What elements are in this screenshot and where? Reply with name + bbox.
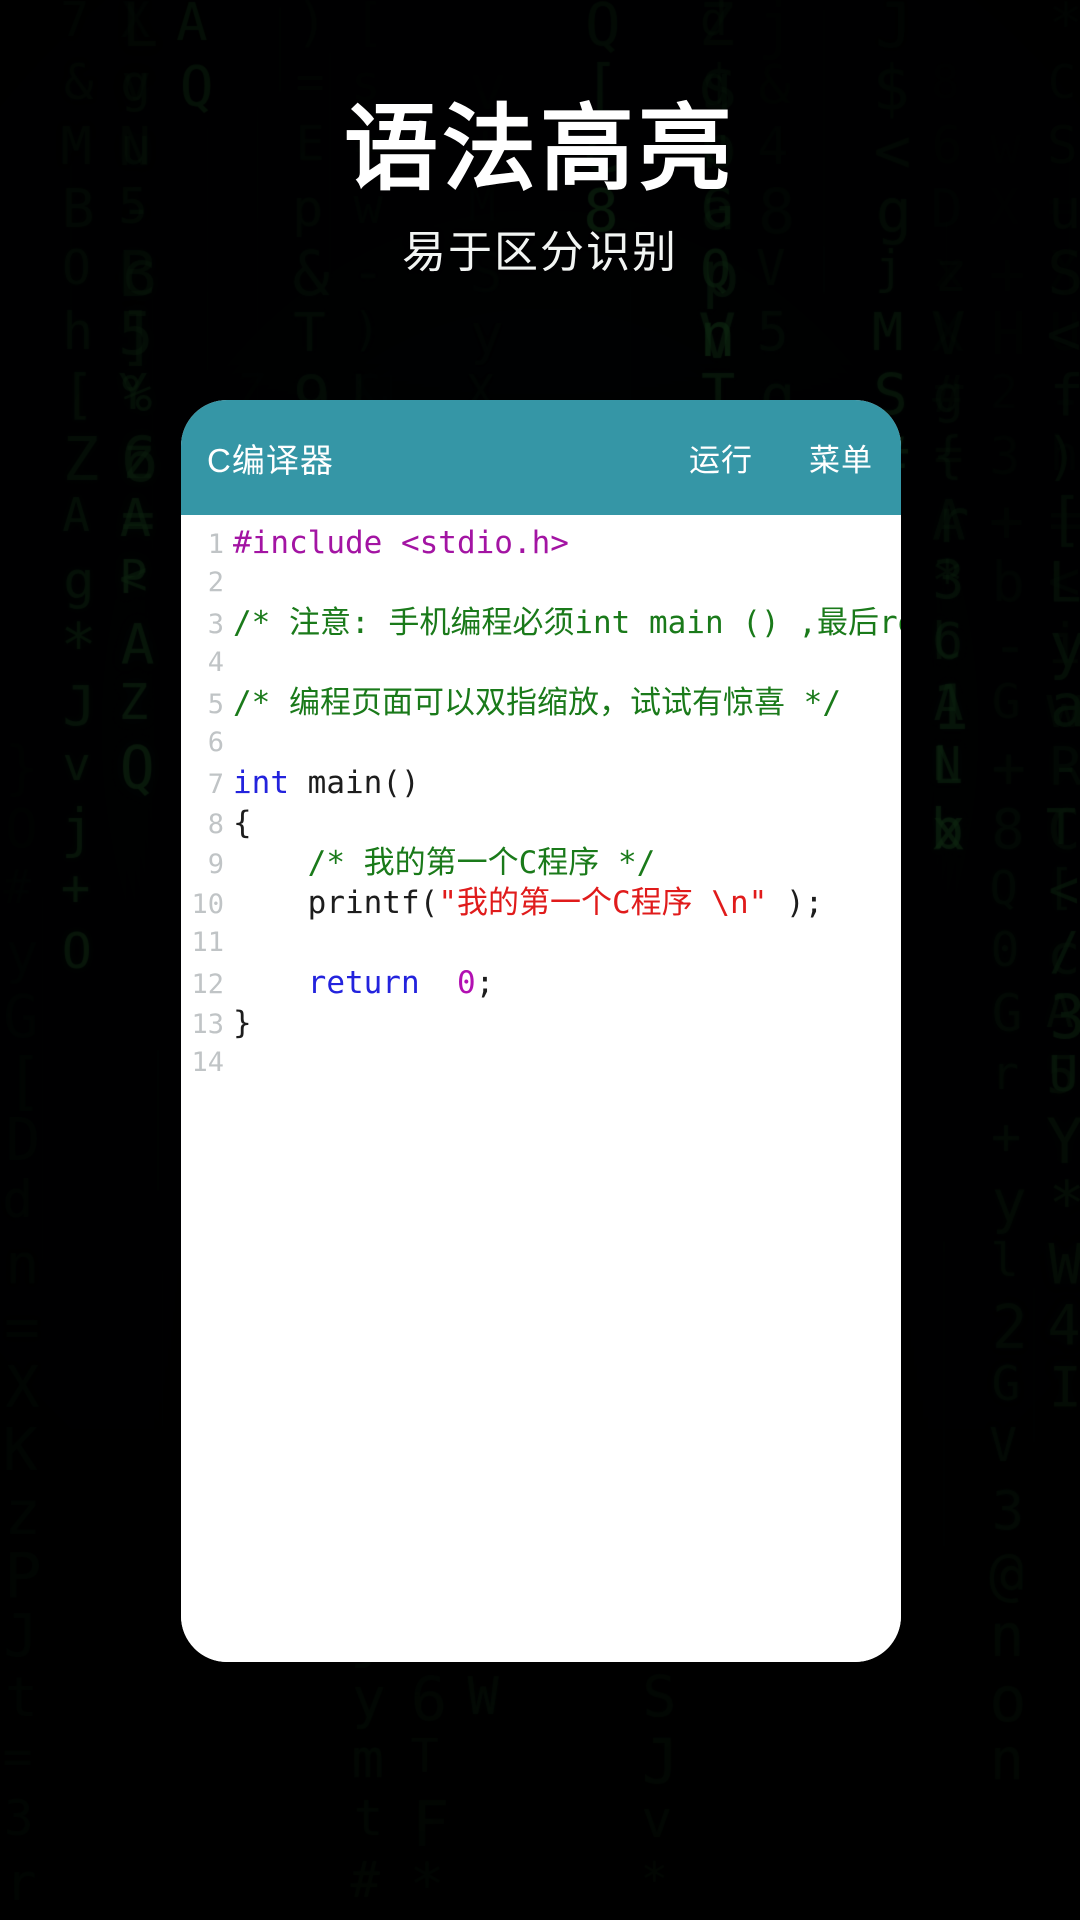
- line-number: 4: [207, 647, 224, 678]
- line-number: 5: [207, 689, 224, 720]
- code-editor[interactable]: 1 #include <stdio.h> 2 3 /* 注意: 手机编程必须int ma…: [181, 515, 901, 1662]
- code-token: int: [233, 765, 289, 801]
- code-line[interactable]: 11: [181, 923, 901, 963]
- code-text: {: [233, 803, 901, 843]
- code-token: main(): [289, 765, 420, 801]
- code-token: printf(: [233, 885, 439, 921]
- line-number: 6: [207, 727, 224, 758]
- code-token: ;: [475, 965, 495, 1001]
- code-line[interactable]: 9 /* 我的第一个C程序 */: [181, 843, 901, 883]
- line-number: 12: [191, 969, 224, 1000]
- line-number: 8: [207, 809, 224, 840]
- code-text: }: [233, 1003, 901, 1043]
- line-number: 3: [207, 609, 224, 640]
- run-button[interactable]: 运行: [689, 435, 753, 480]
- line-number: 2: [207, 567, 224, 598]
- code-line[interactable]: 5 /* 编程页面可以双指缩放，试试有惊喜 */: [181, 683, 901, 723]
- line-number: 10: [191, 889, 224, 920]
- app-toolbar: C编译器 运行 菜单: [181, 400, 901, 515]
- code-line[interactable]: 6: [181, 723, 901, 763]
- line-number: 1: [207, 529, 224, 560]
- code-token: #include <stdio.h>: [233, 525, 569, 561]
- code-line[interactable]: 14: [181, 1043, 901, 1083]
- code-token: /* 注意: 手机编程必须int main () ,最后re: [233, 605, 901, 641]
- code-line[interactable]: 7 int main(): [181, 763, 901, 803]
- page-subtitle: 易于区分识别: [402, 228, 678, 278]
- phone-screenshot-card: C编译器 运行 菜单 1 #include <stdio.h> 2 3 /* 注意: 手机…: [181, 400, 901, 1662]
- code-line[interactable]: 12 return 0;: [181, 963, 901, 1003]
- code-line[interactable]: 3 /* 注意: 手机编程必须int main () ,最后re: [181, 603, 901, 643]
- code-token: {: [233, 805, 252, 841]
- toolbar-actions: 运行 菜单: [633, 435, 873, 480]
- hero-section: 语法高亮 易于区分识别: [0, 0, 1080, 280]
- code-token: /* 我的第一个C程序 */: [233, 845, 656, 881]
- code-text: #include <stdio.h>: [233, 523, 901, 563]
- code-line[interactable]: 2: [181, 563, 901, 603]
- code-text: /* 我的第一个C程序 */: [233, 843, 901, 883]
- code-text: int main(): [233, 763, 901, 803]
- code-line[interactable]: 1 #include <stdio.h>: [181, 523, 901, 563]
- code-token: }: [233, 1005, 252, 1041]
- code-token: /* 编程页面可以双指缩放，试试有惊喜 */: [233, 685, 841, 721]
- code-line[interactable]: 8{: [181, 803, 901, 843]
- code-text: /* 注意: 手机编程必须int main () ,最后re: [233, 603, 901, 643]
- code-token: return: [307, 965, 420, 1001]
- line-number: 13: [191, 1009, 224, 1040]
- code-line[interactable]: 13}: [181, 1003, 901, 1043]
- code-line[interactable]: 10 printf("我的第一个C程序 \n" );: [181, 883, 901, 923]
- app-title: C编译器: [207, 441, 334, 479]
- code-text: printf("我的第一个C程序 \n" );: [233, 883, 901, 923]
- code-token: 0: [456, 965, 476, 1001]
- menu-button[interactable]: 菜单: [809, 435, 873, 480]
- line-number: 11: [191, 927, 224, 958]
- code-text: /* 编程页面可以双指缩放，试试有惊喜 */: [233, 683, 901, 723]
- code-text: return 0;: [233, 963, 901, 1003]
- line-number: 7: [207, 769, 224, 800]
- line-number: 9: [207, 849, 224, 880]
- code-line[interactable]: 4: [181, 643, 901, 683]
- code-token: );: [767, 885, 824, 921]
- line-number: 14: [191, 1047, 224, 1078]
- page-title: 语法高亮: [343, 96, 736, 201]
- code-token: "我的第一个C程序 \n": [438, 885, 768, 921]
